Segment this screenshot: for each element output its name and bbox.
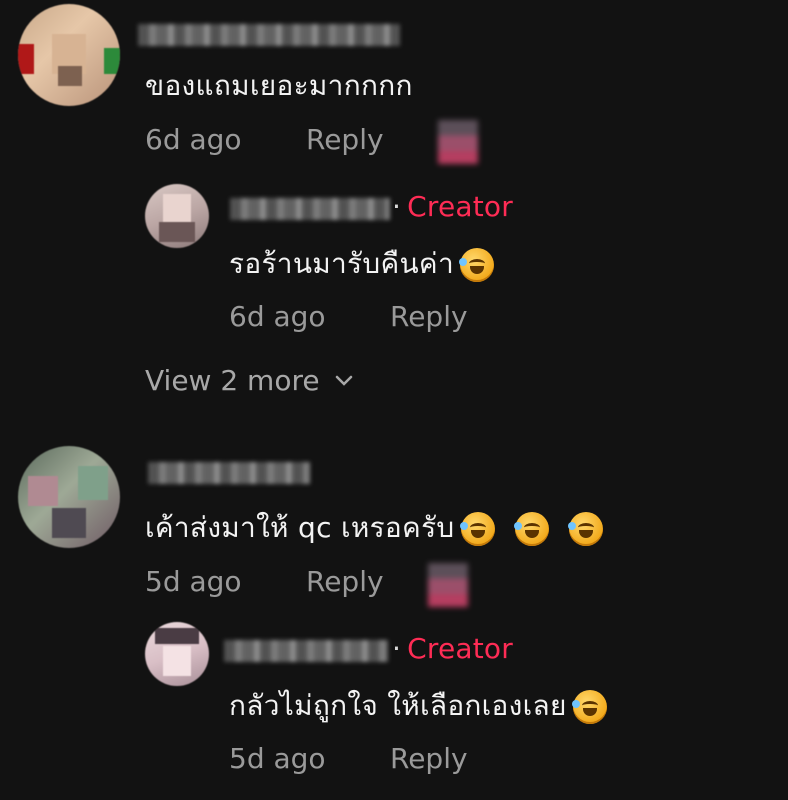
reply-avatar[interactable] xyxy=(145,622,209,686)
laughing-emoji-icon xyxy=(571,690,607,724)
creator-badge: · Creator xyxy=(392,190,513,223)
reply-button[interactable]: Reply xyxy=(390,742,468,775)
reply-avatar[interactable] xyxy=(145,184,209,248)
view-more-replies-button[interactable]: View 2 more xyxy=(145,364,354,397)
reply-button[interactable]: Reply xyxy=(306,123,384,156)
reply-text: กลัวไม่ถูกใจ ให้เลือกเองเลย xyxy=(229,684,607,728)
comment-text: เค้าส่งมาให้ qc เหรอครับ xyxy=(145,506,603,550)
laughing-emoji-icon xyxy=(458,248,494,282)
like-button[interactable] xyxy=(438,120,478,164)
avatar[interactable] xyxy=(18,446,120,548)
creator-badge: · Creator xyxy=(392,632,513,665)
reply-text: รอร้านมารับคืนค่า xyxy=(229,242,494,286)
laughing-emoji-icon xyxy=(567,512,603,546)
reply-time: 5d ago xyxy=(229,742,326,775)
comment-text: ของแถมเยอะมากกกก xyxy=(145,69,413,102)
reply-username-blurred[interactable] xyxy=(224,640,388,662)
laughing-emoji-icon xyxy=(513,512,549,546)
like-button[interactable] xyxy=(428,563,468,607)
chevron-down-icon xyxy=(335,375,352,386)
laughing-emoji-icon xyxy=(459,512,495,546)
comment-time: 6d ago xyxy=(145,123,242,156)
reply-username-blurred[interactable] xyxy=(230,198,390,220)
reply-button[interactable]: Reply xyxy=(390,300,468,333)
reply-button[interactable]: Reply xyxy=(306,565,384,598)
reply-time: 6d ago xyxy=(229,300,326,333)
username-blurred[interactable] xyxy=(138,24,400,46)
comment-time: 5d ago xyxy=(145,565,242,598)
avatar[interactable] xyxy=(18,4,120,106)
username-blurred[interactable] xyxy=(148,462,310,484)
